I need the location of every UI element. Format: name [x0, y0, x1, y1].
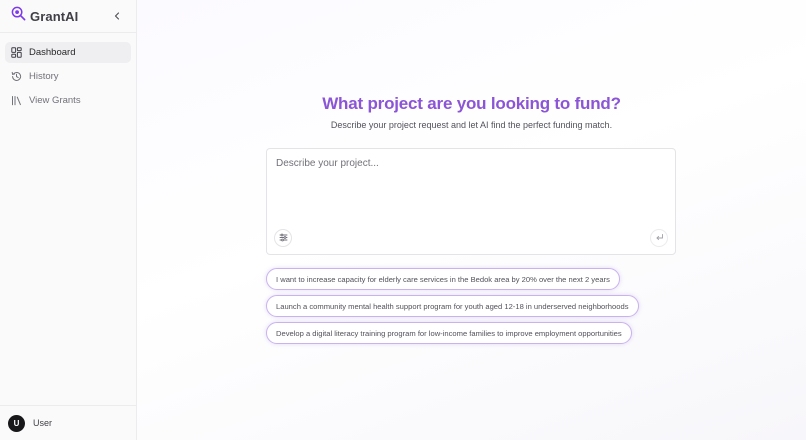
user-name: User	[33, 418, 53, 428]
app-shell: GrantAI Dashboard History View Grants U …	[0, 0, 806, 440]
sidebar-item-label: Dashboard	[29, 47, 76, 58]
project-prompt-box	[266, 148, 676, 255]
submit-button[interactable]	[650, 229, 668, 247]
avatar: U	[8, 414, 25, 432]
main-content: What project are you looking to fund? De…	[137, 0, 806, 440]
suggestion-list: I want to increase capacity for elderly …	[266, 268, 639, 344]
sidebar-item-view-grants[interactable]: View Grants	[5, 90, 131, 111]
brand-name: GrantAI	[30, 8, 79, 24]
sidebar: GrantAI Dashboard History View Grants U …	[0, 0, 137, 440]
suggestion-chip[interactable]: I want to increase capacity for elderly …	[266, 268, 620, 290]
sidebar-item-label: History	[29, 71, 59, 82]
suggestion-chip[interactable]: Develop a digital literacy training prog…	[266, 322, 632, 344]
dashboard-icon	[11, 47, 22, 58]
collapse-sidebar-button[interactable]	[110, 9, 124, 23]
sidebar-item-history[interactable]: History	[5, 66, 131, 87]
suggestion-chip[interactable]: Launch a community mental health support…	[266, 295, 639, 317]
sidebar-header: GrantAI	[0, 0, 136, 33]
sidebar-nav: Dashboard History View Grants	[0, 33, 136, 111]
history-icon	[11, 71, 22, 82]
project-description-input[interactable]	[276, 158, 666, 218]
sidebar-item-dashboard[interactable]: Dashboard	[5, 42, 131, 63]
sliders-icon	[279, 229, 288, 247]
user-profile[interactable]: U User	[0, 405, 136, 440]
brand[interactable]: GrantAI	[11, 6, 78, 26]
page-subtitle: Describe your project request and let AI…	[330, 120, 613, 130]
enter-icon	[655, 229, 664, 247]
library-icon	[11, 95, 22, 106]
options-button[interactable]	[274, 229, 292, 247]
sidebar-item-label: View Grants	[29, 95, 81, 106]
page-title: What project are you looking to fund?	[322, 94, 621, 113]
chevron-left-icon	[113, 7, 121, 25]
magnifier-logo-icon	[11, 6, 26, 26]
